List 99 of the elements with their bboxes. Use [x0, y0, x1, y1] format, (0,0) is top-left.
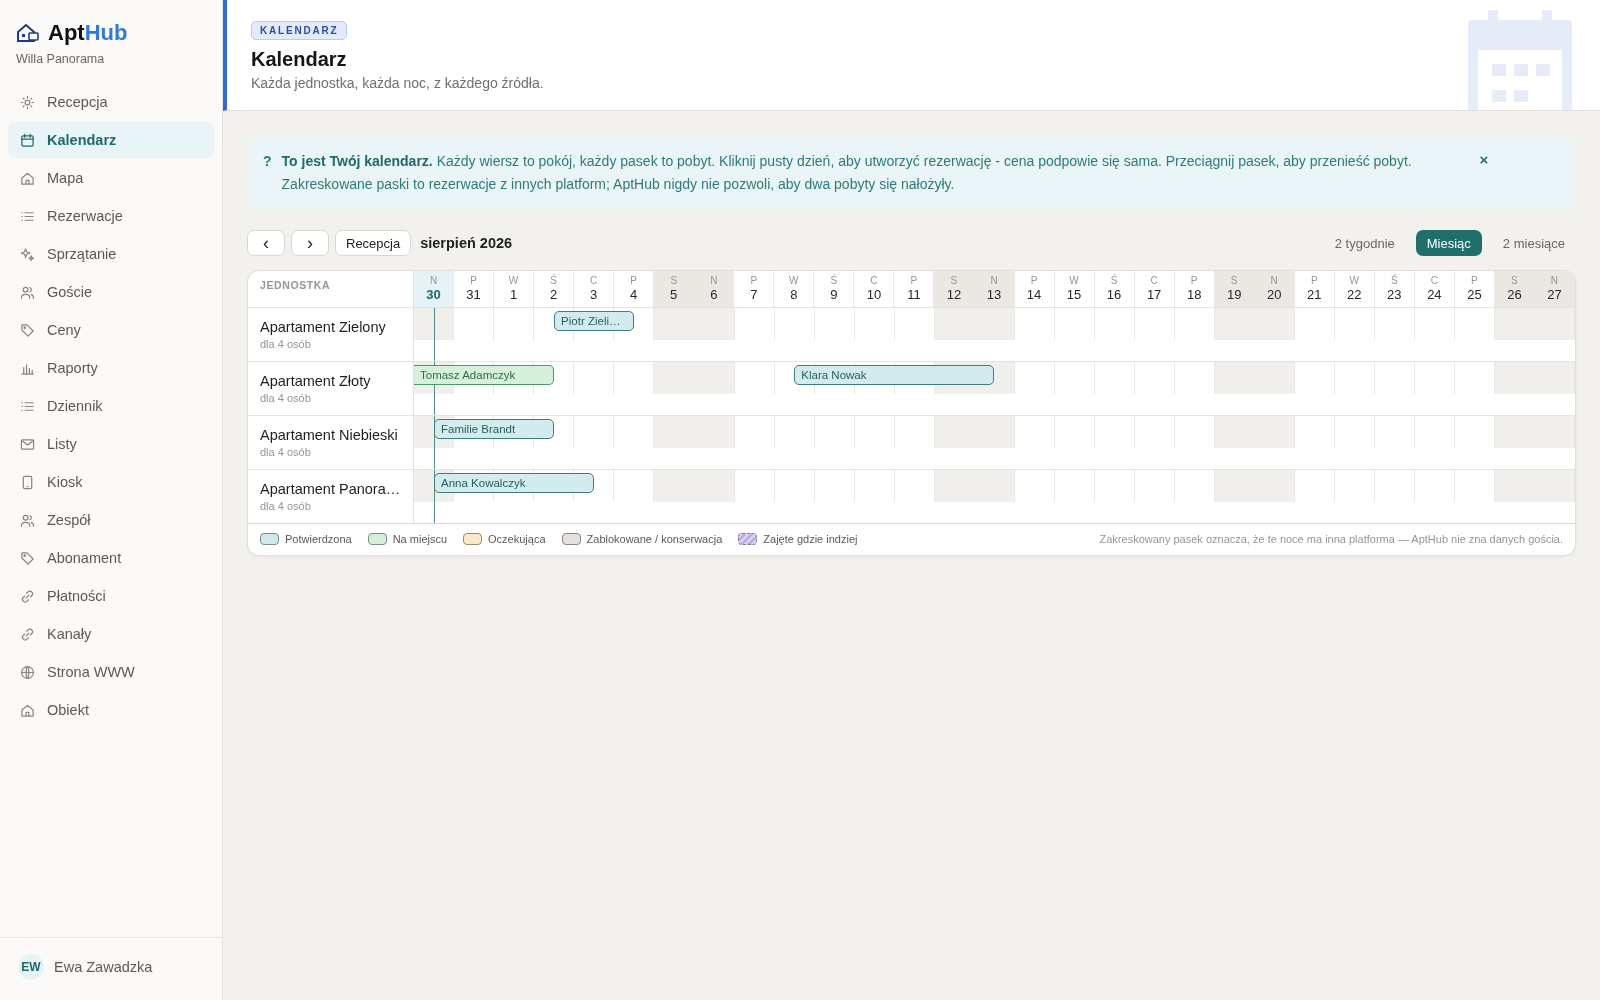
booking-bar[interactable]: Klara Nowak	[794, 365, 995, 385]
sidebar-item[interactable]: Abonament	[8, 540, 214, 576]
day-header: P 21	[1294, 271, 1335, 307]
sidebar-item[interactable]: Płatności	[8, 578, 214, 614]
help-mark: ?	[263, 152, 272, 171]
page-subtitle: Każda jednostka, każda noc, z każdego źródła.	[251, 75, 545, 91]
period-label: sierpień 2026	[420, 235, 513, 251]
day-header: W 15	[1054, 271, 1095, 307]
day-header: S 5	[654, 271, 695, 307]
day-header: W 22	[1334, 271, 1375, 307]
sidebar-item[interactable]: Rezerwacje	[8, 198, 214, 234]
grid-background[interactable]: Anna Kowalczyk	[414, 470, 1015, 523]
booking-bar[interactable]: Piotr Zieli…	[554, 311, 635, 331]
grid-background[interactable]: Piotr Zieli…	[414, 308, 1015, 361]
tag-icon	[20, 550, 35, 566]
sidebar-item[interactable]: Raporty	[8, 350, 214, 386]
users-icon	[20, 512, 35, 528]
day-header: Ś 23	[1374, 271, 1415, 307]
day-header: N 30	[414, 271, 455, 307]
day-header: P 14	[1014, 271, 1055, 307]
close-button[interactable]: ×	[1471, 150, 1497, 170]
home-icon	[20, 170, 35, 186]
legend-label: Zablokowane / konserwacja	[586, 533, 723, 545]
calendar-icon	[20, 132, 35, 148]
booking-bar[interactable]: Tomasz Adamczyk	[414, 365, 555, 385]
tag-icon	[20, 322, 35, 338]
day-header: C 3	[574, 271, 615, 307]
globe-icon	[20, 664, 35, 680]
brand-name: AptHub	[48, 20, 128, 46]
today-button[interactable]: Recepcja	[335, 230, 412, 256]
day-header: N 27	[1534, 271, 1575, 307]
sidebar-item[interactable]: Kanały	[8, 616, 214, 652]
unit-name: Apartament Zielony	[260, 319, 387, 335]
grid-background[interactable]: Familie Brandt	[414, 416, 1015, 469]
day-header: Ś 9	[814, 271, 855, 307]
day-header: N 6	[694, 271, 735, 307]
sparkle-icon	[20, 246, 35, 262]
sidebar-item[interactable]: Goście	[8, 274, 214, 310]
sidebar-item[interactable]: Kiosk	[8, 464, 214, 500]
home-icon	[20, 702, 35, 718]
property-name: Willa Panorama	[15, 51, 106, 68]
day-header: C 17	[1134, 271, 1175, 307]
sidebar-item[interactable]: Dziennik	[8, 388, 214, 424]
day-header: W 8	[774, 271, 815, 307]
link-icon	[20, 626, 35, 642]
link-icon	[20, 588, 35, 604]
day-header: P 31	[454, 271, 495, 307]
view-tab[interactable]: 2 tygodnie	[1323, 230, 1406, 256]
info-text: To jest Twój kalendarz. Każdy wiersz to pokój, każdy pasek to pobyt. Kliknij pusty dzień, aby utworzyć rezerwację - cena podpowie się sama. Przeciągnij pasek, aby przenieść pobyt. Zakreskowane paski to rezerwacje z innych platform; AptHub nigdy nie pozwoli, aby dwa pobyty się nałożyły.	[281, 152, 1413, 194]
day-header: C 24	[1414, 271, 1455, 307]
sidebar-item[interactable]: Kalendarz	[8, 122, 214, 158]
user-name: Ewa Zawadzka	[54, 959, 153, 975]
day-header: S 26	[1494, 271, 1535, 307]
sidebar-item[interactable]: Ceny	[8, 312, 214, 348]
grid-background[interactable]: Tomasz Adamczyk Klara Nowak	[414, 362, 1015, 415]
day-header: P 18	[1174, 271, 1215, 307]
next-button[interactable]: ›	[291, 230, 329, 256]
day-header: W 1	[494, 271, 535, 307]
day-header: Ś 2	[534, 271, 575, 307]
mail-icon	[20, 436, 35, 452]
user-avatar: EW	[18, 954, 44, 980]
legend-label: Zajęte gdzie indziej	[763, 533, 858, 545]
unit-name: Apartament Niebieski	[260, 427, 399, 443]
sidebar-item[interactable]: Zespół	[8, 502, 214, 538]
day-header: N 20	[1254, 271, 1295, 307]
day-header: C 10	[854, 271, 895, 307]
unit-capacity: dla 4 osób	[260, 392, 312, 404]
tablet-icon	[20, 474, 35, 490]
unit-name: Apartament Panora…	[260, 481, 401, 497]
day-header: P 7	[734, 271, 775, 307]
sidebar-item[interactable]: Obiekt	[8, 692, 214, 728]
legend-label: Oczekująca	[488, 533, 546, 545]
legend-label: Potwierdzona	[285, 533, 352, 545]
day-header: N 13	[974, 271, 1015, 307]
previous-button[interactable]: ‹	[247, 230, 285, 256]
page-tag: KALENDARZ	[251, 21, 348, 40]
day-header: S 19	[1214, 271, 1255, 307]
unit-name: Apartament Złoty	[260, 373, 372, 389]
unit-capacity: dla 4 osób	[260, 338, 312, 350]
day-header: Ś 16	[1094, 271, 1135, 307]
sidebar-item[interactable]: Listy	[8, 426, 214, 462]
sidebar-item[interactable]: Strona WWW	[8, 654, 214, 690]
booking-bar[interactable]: Anna Kowalczyk	[434, 473, 595, 493]
sidebar-item[interactable]: Recepcja	[8, 84, 214, 120]
page-title: Kalendarz	[251, 48, 348, 71]
unit-capacity: dla 4 osób	[260, 446, 312, 458]
view-tab[interactable]: 2 miesiące	[1491, 230, 1576, 256]
view-tab[interactable]: Miesiąc	[1415, 230, 1482, 256]
sun-icon	[20, 94, 35, 110]
booking-bar[interactable]: Familie Brandt	[434, 419, 555, 439]
legend-note: Zakreskowany pasek oznacza, że te noce ma inna platforma — AptHub nie zna danych gościa.	[1099, 533, 1563, 545]
users-icon	[20, 284, 35, 300]
day-header: P 25	[1454, 271, 1495, 307]
house-logo-icon	[16, 23, 40, 43]
sidebar-item[interactable]: Mapa	[8, 160, 214, 196]
unit-capacity: dla 4 osób	[260, 500, 312, 512]
day-header: S 12	[934, 271, 975, 307]
legend-label: Na miejscu	[392, 533, 448, 545]
sidebar-item[interactable]: Sprzątanie	[8, 236, 214, 272]
